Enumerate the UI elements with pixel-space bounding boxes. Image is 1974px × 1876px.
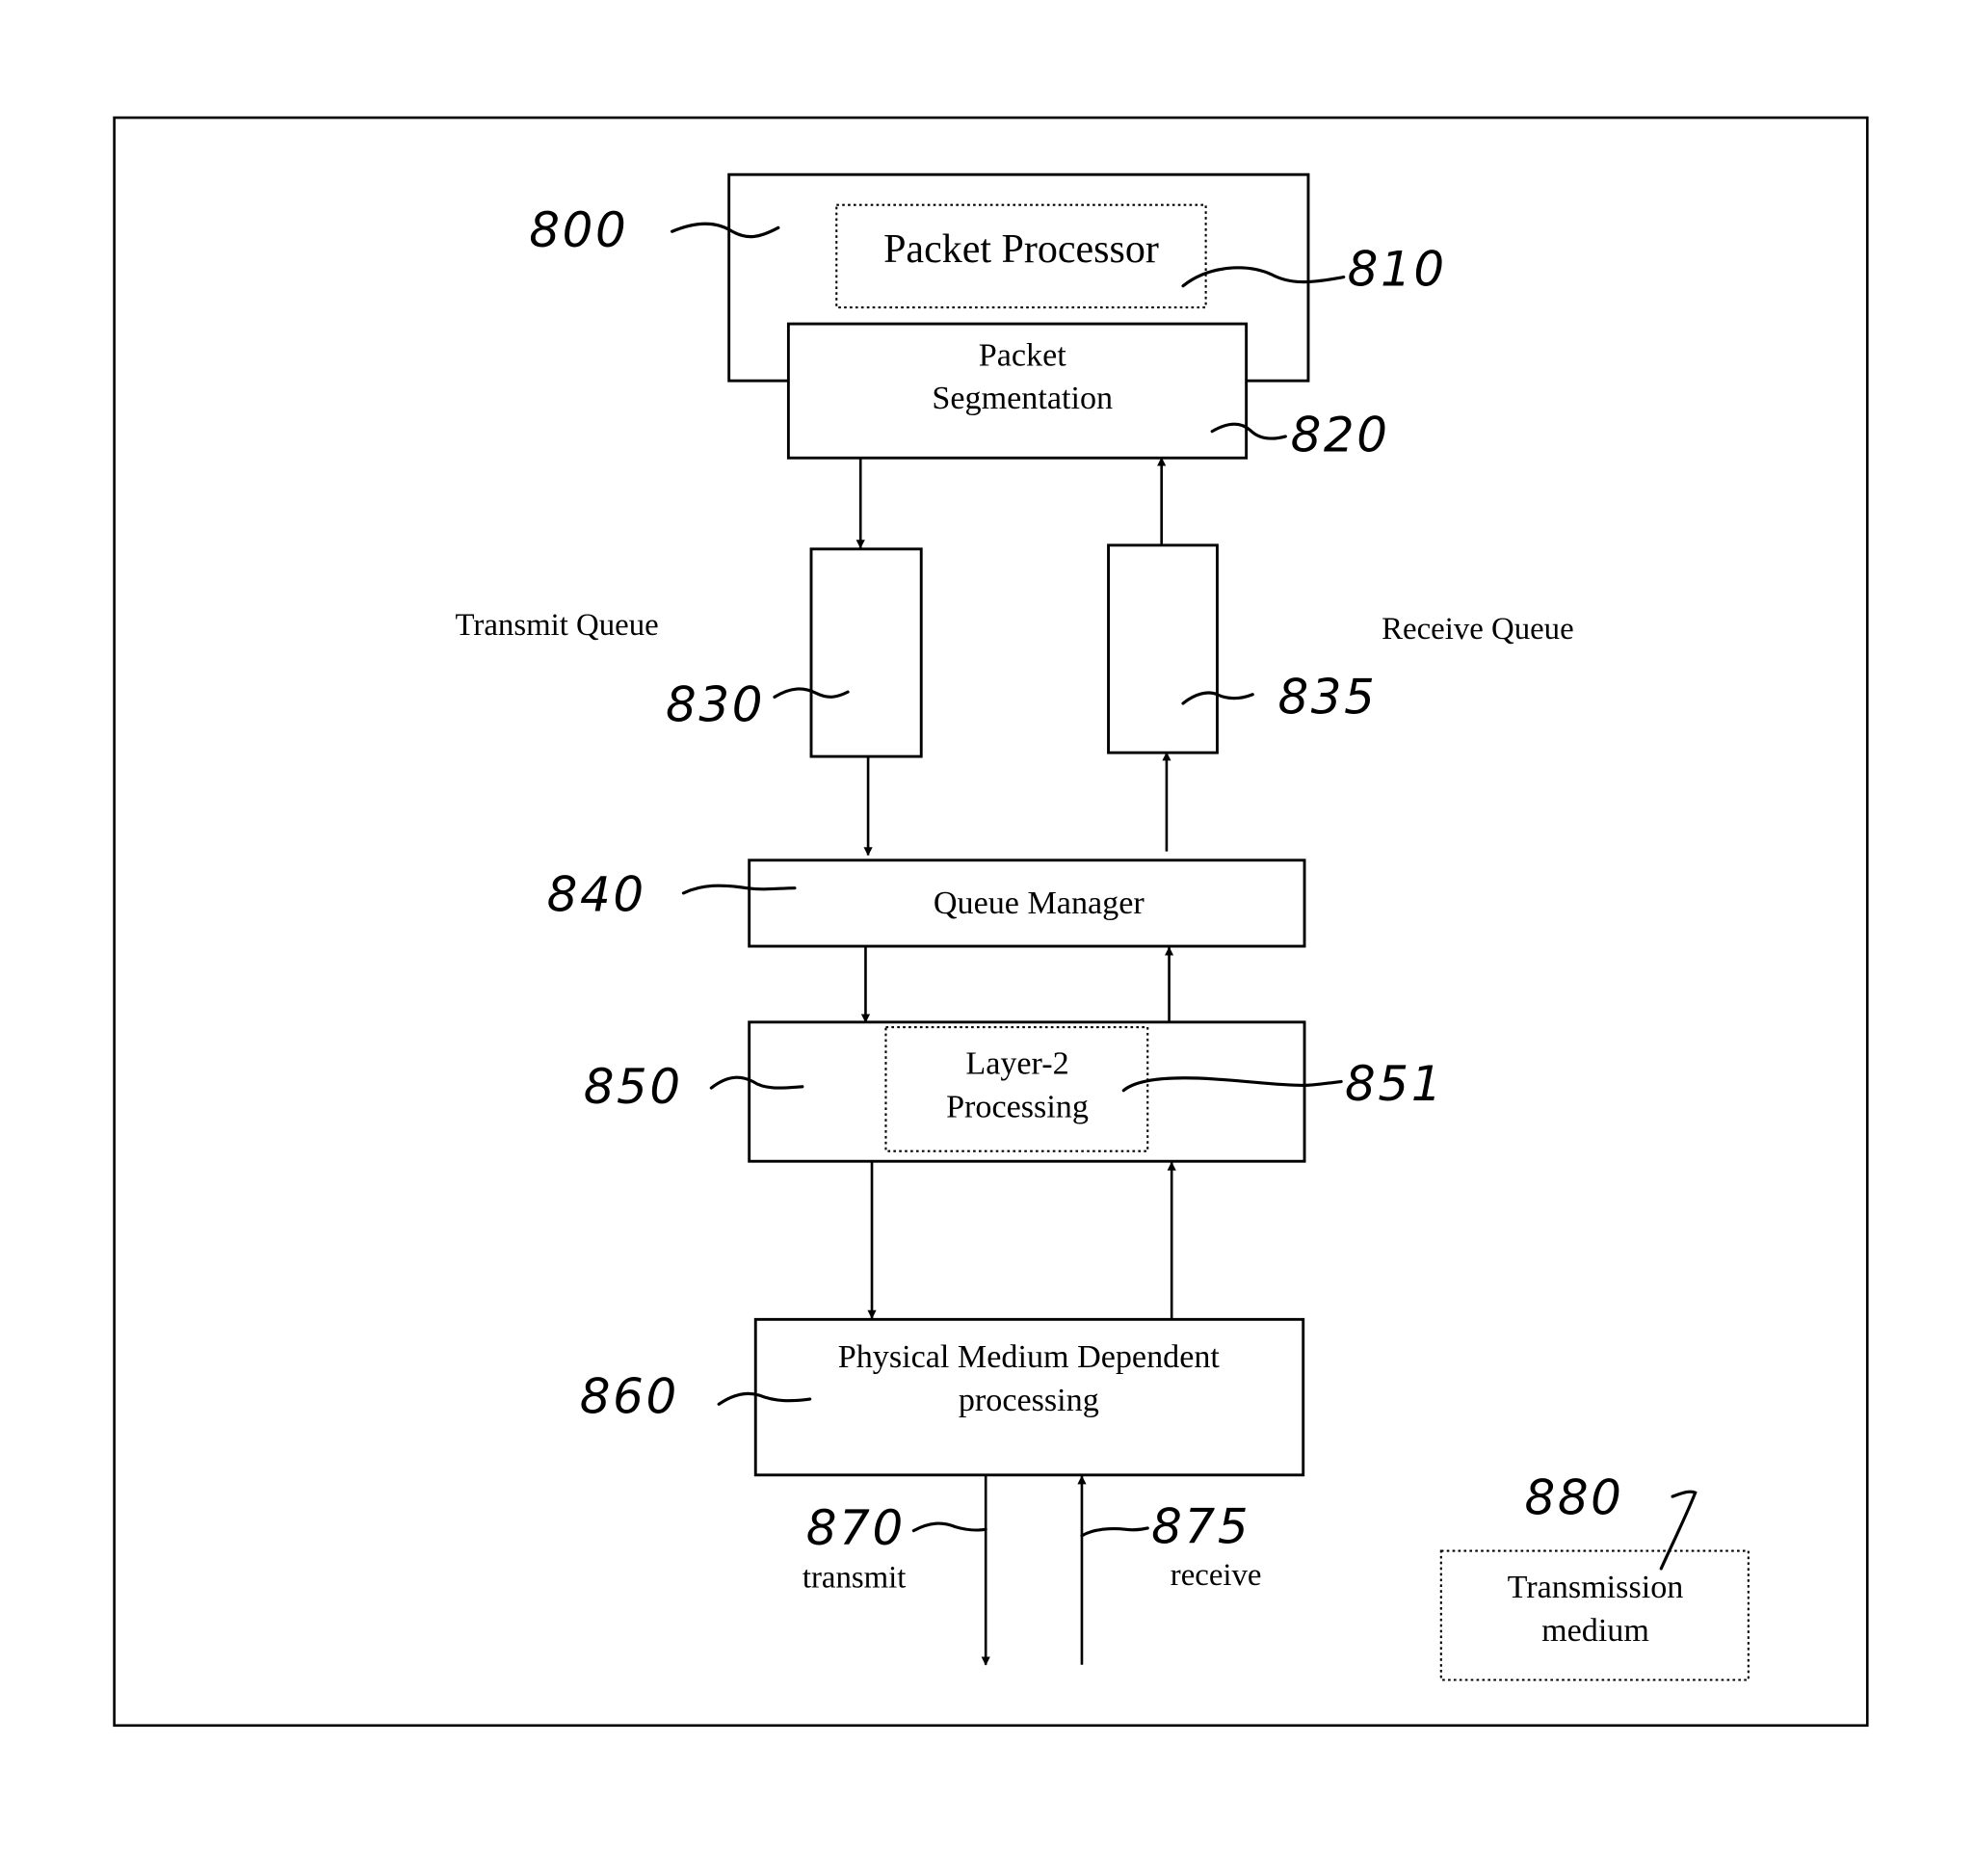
queue-manager-label: Queue Manager <box>934 885 1145 921</box>
ref-800: 800 <box>529 202 628 258</box>
leader-875 <box>1080 1526 1149 1538</box>
packet-segmentation-block: Packet Segmentation <box>786 322 1249 460</box>
transmission-medium-block: Transmission medium <box>1439 1549 1750 1681</box>
pmd-label-2: processing <box>959 1383 1099 1418</box>
transmission-medium-label-2: medium <box>1541 1613 1649 1649</box>
ref-830: 830 <box>666 676 765 732</box>
packet-processor-label: Packet Processor <box>883 227 1159 272</box>
receive-queue-label: Receive Queue <box>1382 612 1574 647</box>
transmit-queue-block <box>809 547 923 758</box>
transmit-label: transmit <box>803 1561 907 1596</box>
pmd-block: Physical Medium Dependent processing <box>753 1317 1305 1477</box>
transmit-queue-label: Transmit Queue <box>456 608 659 643</box>
receive-queue-block <box>1107 543 1219 754</box>
ref-835: 835 <box>1277 669 1377 725</box>
ref-875: 875 <box>1151 1499 1250 1555</box>
leader-880 <box>1659 1490 1698 1571</box>
ref-850: 850 <box>584 1059 683 1115</box>
packet-segmentation-label-1: Packet <box>979 337 1066 373</box>
layer2-label-2: Processing <box>946 1089 1089 1124</box>
packet-segmentation-label-2: Segmentation <box>932 381 1113 416</box>
leader-870 <box>911 1521 987 1533</box>
layer2-label-1: Layer-2 <box>965 1046 1068 1082</box>
ref-851: 851 <box>1345 1056 1444 1112</box>
ref-870: 870 <box>806 1500 906 1556</box>
transmission-medium-label-1: Transmission <box>1508 1570 1684 1605</box>
diagram-canvas: Packet Processor Packet Segmentation Tra… <box>113 116 1869 1728</box>
receive-label: receive <box>1171 1558 1262 1593</box>
ref-810: 810 <box>1348 242 1447 298</box>
ref-840: 840 <box>547 866 646 922</box>
ref-880: 880 <box>1524 1470 1623 1526</box>
queue-manager-block: Queue Manager <box>748 859 1306 948</box>
ref-860: 860 <box>580 1368 679 1424</box>
pmd-label-1: Physical Medium Dependent <box>838 1339 1221 1375</box>
ref-820: 820 <box>1291 408 1390 463</box>
